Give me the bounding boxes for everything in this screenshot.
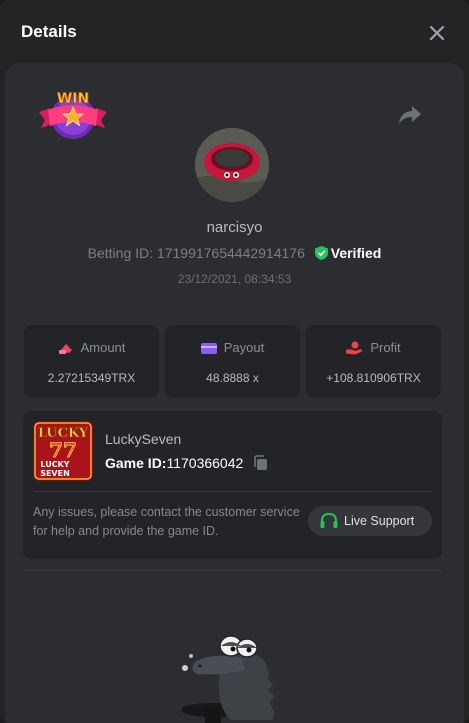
- profit-label: Profit: [370, 340, 401, 355]
- game-thumbnail[interactable]: LUCKY 77 LUCKY SEVEN: [33, 421, 93, 481]
- amount-icon: [58, 344, 72, 354]
- thumb-seven-text: SEVEN: [40, 469, 70, 478]
- live-support-button[interactable]: Live Support: [308, 506, 432, 536]
- game-id-label: Game ID:: [105, 455, 167, 471]
- headset-icon: [320, 513, 338, 528]
- payout-value: 48.8888 x: [206, 371, 259, 385]
- profit-value: +108.810906TRX: [326, 371, 421, 385]
- amount-stat: Amount 2.27215349TRX: [24, 325, 159, 398]
- game-id-value: 1170366042: [166, 455, 244, 471]
- payout-label: Payout: [223, 340, 265, 355]
- live-support-label: Live Support: [344, 514, 415, 528]
- verified-label: Verified: [330, 245, 382, 261]
- game-id-row: Game ID:1170366042: [105, 455, 268, 471]
- crocodile-mascot-icon: [181, 635, 279, 723]
- profit-stat: Profit +108.810906TRX: [306, 325, 441, 398]
- share-icon[interactable]: [398, 104, 422, 126]
- username: narcisyo: [206, 219, 263, 236]
- win-badge-text: WIN: [57, 91, 89, 107]
- game-info-panel: LUCKY 77 LUCKY SEVEN LuckySeven Game ID:…: [23, 411, 442, 559]
- section-divider: [23, 570, 442, 571]
- close-icon[interactable]: [426, 22, 448, 44]
- payout-wallet-icon: [200, 343, 217, 354]
- amount-label: Amount: [80, 340, 126, 355]
- win-badge-icon: WIN: [39, 91, 107, 139]
- game-panel-divider: [33, 491, 432, 492]
- thumb-lucky-small-text: LUCKY: [40, 460, 69, 469]
- betting-id-value: 1719917654442914176: [156, 245, 305, 261]
- betting-id-row: Betting ID: 1719917654442914176 Verified: [0, 245, 469, 261]
- payout-stat: Payout 48.8888 x: [165, 325, 300, 398]
- bet-datetime: 23/12/2021, 08:34:53: [177, 272, 292, 286]
- betting-id-label: Betting ID:: [87, 245, 154, 261]
- thumb-sevens-text: 77: [49, 438, 77, 462]
- verified-shield-icon: [314, 246, 328, 260]
- profit-hand-coin-icon: [346, 341, 363, 355]
- avatar: [195, 128, 269, 202]
- copy-icon[interactable]: [253, 455, 268, 471]
- modal-title: Details: [21, 22, 77, 41]
- game-name: LuckySeven: [105, 431, 182, 447]
- details-modal: Details WIN narcisyo Betting ID: 1719917…: [0, 0, 469, 723]
- support-message: Any issues, please contact the customer …: [33, 505, 300, 538]
- amount-value: 2.27215349TRX: [47, 371, 136, 385]
